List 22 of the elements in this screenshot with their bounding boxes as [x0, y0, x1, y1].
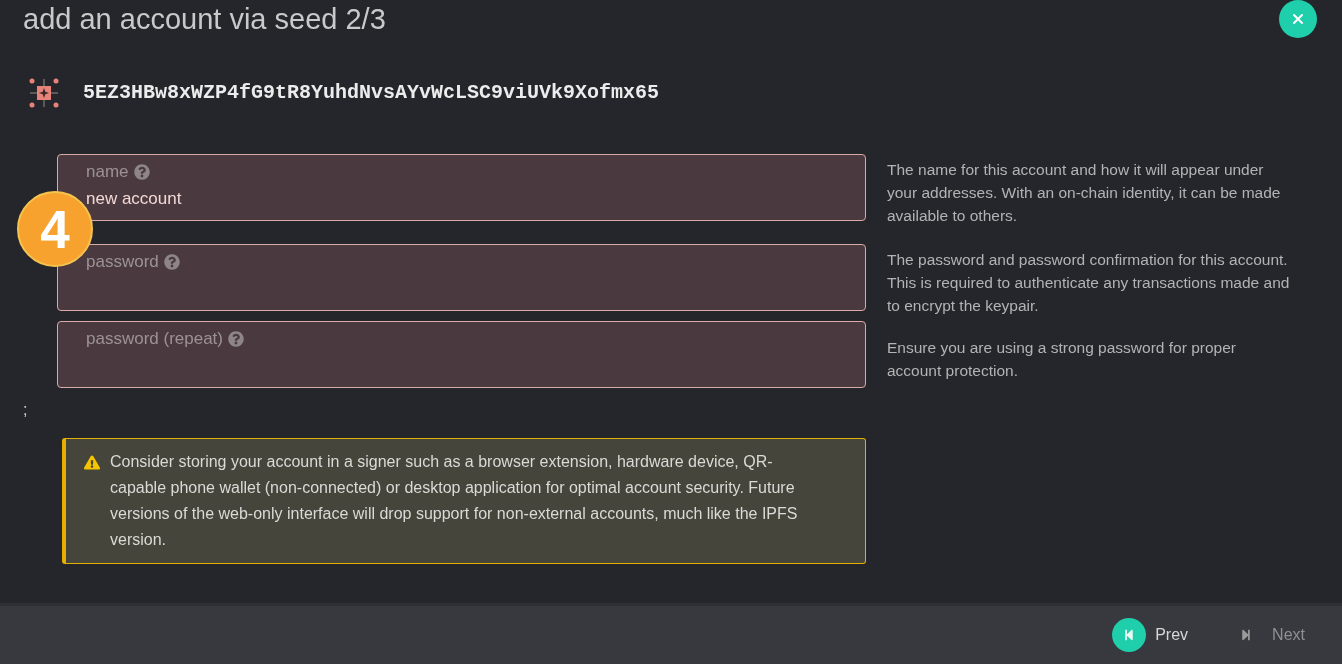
- help-icon[interactable]: [163, 254, 180, 270]
- close-icon: [1290, 11, 1306, 27]
- help-text: Ensure you are using a strong password for proper account protection.: [887, 338, 1237, 381]
- help-text: The name for this account and how it will appear under your addresses. With an on-chain identity, it can be made available to others.: [887, 160, 1282, 226]
- help-text: The password and password confirmation for this account. This is required to authenticate any transactions made and to encrypt the keypair.: [887, 250, 1291, 316]
- help-icon[interactable]: [133, 164, 150, 180]
- close-button[interactable]: [1279, 0, 1317, 38]
- account-address: 5EZ3HBw8xWZP4fG9tR8YuhdNvsAYvWcLSC9viUVk9Xofmx65: [83, 80, 660, 106]
- field-label: name: [86, 162, 129, 182]
- skip-back-icon: [1123, 629, 1136, 641]
- prev-button[interactable]: Prev: [1112, 618, 1189, 652]
- input-field[interactable]: password (repeat): [57, 321, 866, 388]
- field-label: password (repeat): [86, 329, 223, 349]
- field-value: new account: [86, 190, 182, 208]
- warning-icon: [84, 455, 100, 470]
- dialog-title: add an account via seed 2/3: [23, 2, 386, 36]
- identicon-icon: [29, 78, 59, 108]
- warning-text: Consider storing your account in a signer such as a browser extension, hardware device, QR-capable phone wallet (non-connected) or desktop application for optimal account security. Future versions of the web-only interface will drop support for non-external accounts, much like the IPFS version.: [110, 452, 799, 550]
- help-icon[interactable]: [228, 331, 244, 347]
- skip-forward-icon: [1240, 629, 1253, 641]
- field-label: password: [86, 252, 159, 272]
- separator-text: ;: [23, 400, 28, 420]
